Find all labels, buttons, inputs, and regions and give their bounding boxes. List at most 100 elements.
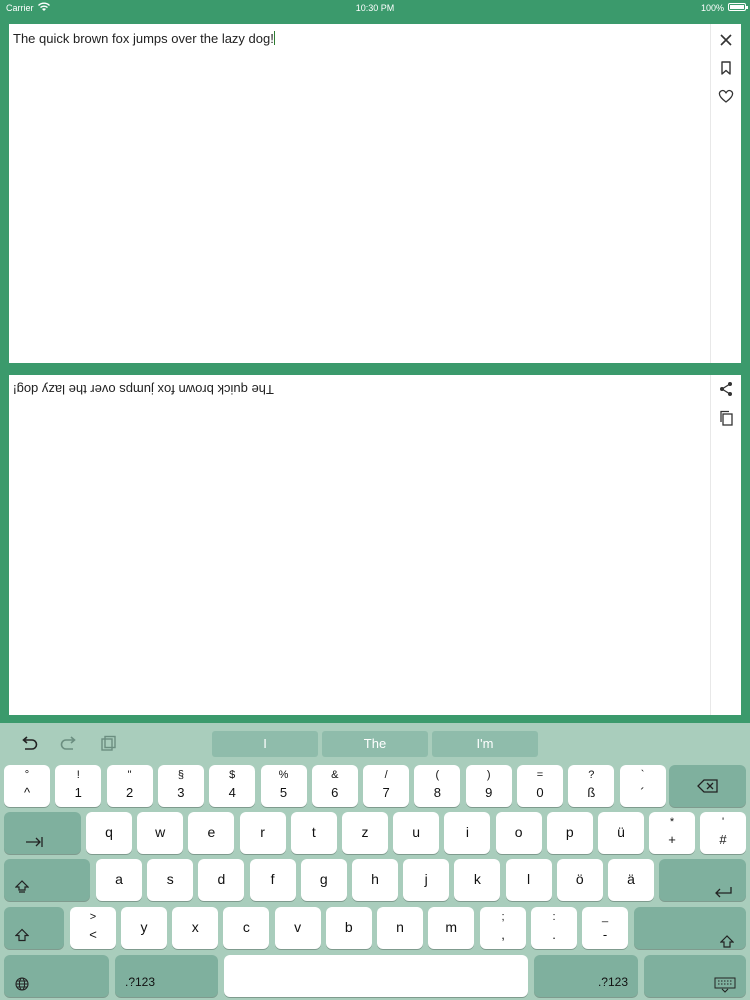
key-row1-1-shift-label: ! [76,769,80,781]
numbers-left-label: .?123 [125,975,156,989]
key-ü[interactable]: ü [598,812,644,854]
output-actions [711,375,741,715]
key-p[interactable]: p [546,812,593,854]
tab-key[interactable] [4,812,81,854]
shift-lock-key[interactable] [4,859,90,901]
key-row1-0-label: ^ [23,785,31,800]
key-y[interactable]: y [121,907,167,949]
key-row1-9[interactable]: ) 9 [465,765,512,807]
key-z[interactable]: z [342,812,388,854]
key-a[interactable]: a [96,859,142,901]
key-row1-12[interactable]: ` ´ [619,765,666,807]
key-i[interactable]: i [444,812,491,854]
bookmark-icon[interactable] [718,60,734,76]
heart-icon[interactable] [718,88,734,104]
key-ä[interactable]: ä [608,859,654,901]
key-t[interactable]: t [290,812,337,854]
suggestion-1[interactable]: I [212,731,318,757]
key-punct-2[interactable]: _ - [582,907,628,949]
key-row2-extra-0[interactable]: * + [649,812,695,854]
key-o[interactable]: o [495,812,542,854]
key-w[interactable]: w [137,812,184,854]
key-h[interactable]: h [352,859,398,901]
key-ä-label: ä [627,871,635,887]
delete-key[interactable] [669,765,746,807]
key-q[interactable]: q [86,812,132,854]
key-s[interactable]: s [147,859,194,901]
key-n[interactable]: n [377,907,423,949]
key-g-label: g [319,871,328,887]
paste-icon[interactable] [98,733,120,755]
shift-left-key[interactable] [4,907,64,949]
key-u[interactable]: u [393,812,440,854]
key-ü-label: ü [617,824,625,840]
key-row1-11[interactable]: ? ß [568,765,615,807]
key-f[interactable]: f [249,859,296,901]
share-icon[interactable] [718,381,734,397]
key-row1-9-shift-label: ) [486,769,491,781]
key-j-label: j [424,871,428,887]
key-row1-1[interactable]: ! 1 [55,765,102,807]
key-row1-2[interactable]: " 2 [106,765,153,807]
key-punct-1[interactable]: :. [531,907,577,949]
copy-icon[interactable] [718,410,734,426]
key-row1-12-label: ´ [640,785,645,800]
return-key[interactable] [659,859,746,901]
numbers-left-key[interactable]: .?123 [115,955,218,997]
key-punct-0[interactable]: ;, [480,907,526,949]
key-row1-8[interactable]: (8 [414,765,461,807]
key-e[interactable]: e [188,812,235,854]
key-row1-5-shift-label: % [278,769,289,781]
key-b[interactable]: b [325,907,372,949]
space-key[interactable] [224,955,528,997]
key-c-label: c [242,919,250,935]
status-bar: Carrier 10:30 PM 100% [0,0,750,16]
key-angle-brackets[interactable]: > < [70,907,116,949]
key-q-label: q [105,824,113,840]
key-row1-4-label: 4 [228,785,236,800]
key-j[interactable]: j [403,859,450,901]
key-row2-extra-0-shift-label: * [669,816,675,828]
input-actions [711,24,741,363]
key-y-label: y [140,919,148,935]
key-r[interactable]: r [239,812,286,854]
key-l[interactable]: l [505,859,552,901]
suggestion-2[interactable]: The [322,731,428,757]
suggestion-3[interactable]: I'm [432,731,538,757]
redo-icon[interactable] [58,733,80,755]
key-row1-6-shift-label: & [331,769,339,781]
key-row1-7[interactable]: /7 [363,765,410,807]
key-row1-6[interactable]: & 6 [311,765,358,807]
key-row2-extra-1[interactable]: ' # [700,812,746,854]
key-k[interactable]: k [454,859,501,901]
shift-right-key[interactable] [634,907,746,949]
key-row1-3[interactable]: § 3 [157,765,204,807]
key-ö[interactable]: ö [556,859,603,901]
key-c[interactable]: c [223,907,270,949]
key-m[interactable]: m [428,907,475,949]
key-row1-5-label: 5 [279,785,288,800]
close-icon[interactable] [718,32,734,48]
globe-key[interactable] [4,955,109,997]
key-g[interactable]: g [300,859,347,901]
key-row1-10-shift-label: = [536,769,544,781]
key-row1-5[interactable]: % 5 [260,765,307,807]
input-text-area[interactable]: The quick brown fox jumps over the lazy … [9,24,711,363]
hide-keyboard-key[interactable] [644,955,746,997]
return-icon [714,887,732,899]
key-v[interactable]: v [274,907,321,949]
output-text-area[interactable]: The quick brown fox jumps over the lazy … [9,375,711,715]
key-punct-0-shift-label: ; [501,911,505,923]
key-x[interactable]: x [172,907,219,949]
output-panel: The quick brown fox jumps over the lazy … [9,375,741,715]
key-row1-4[interactable]: $4 [209,765,256,807]
key-row1-10[interactable]: = 0 [517,765,563,807]
key-z-label: z [361,824,369,840]
numbers-right-key[interactable]: .?123 [534,955,638,997]
key-row1-8-label: 8 [433,785,441,800]
undo-icon[interactable] [18,733,40,755]
key-row1-0[interactable]: ° ^ [4,765,50,807]
key-d[interactable]: d [198,859,245,901]
key-row1-8-shift-label: ( [435,769,440,781]
globe-icon [15,977,29,991]
